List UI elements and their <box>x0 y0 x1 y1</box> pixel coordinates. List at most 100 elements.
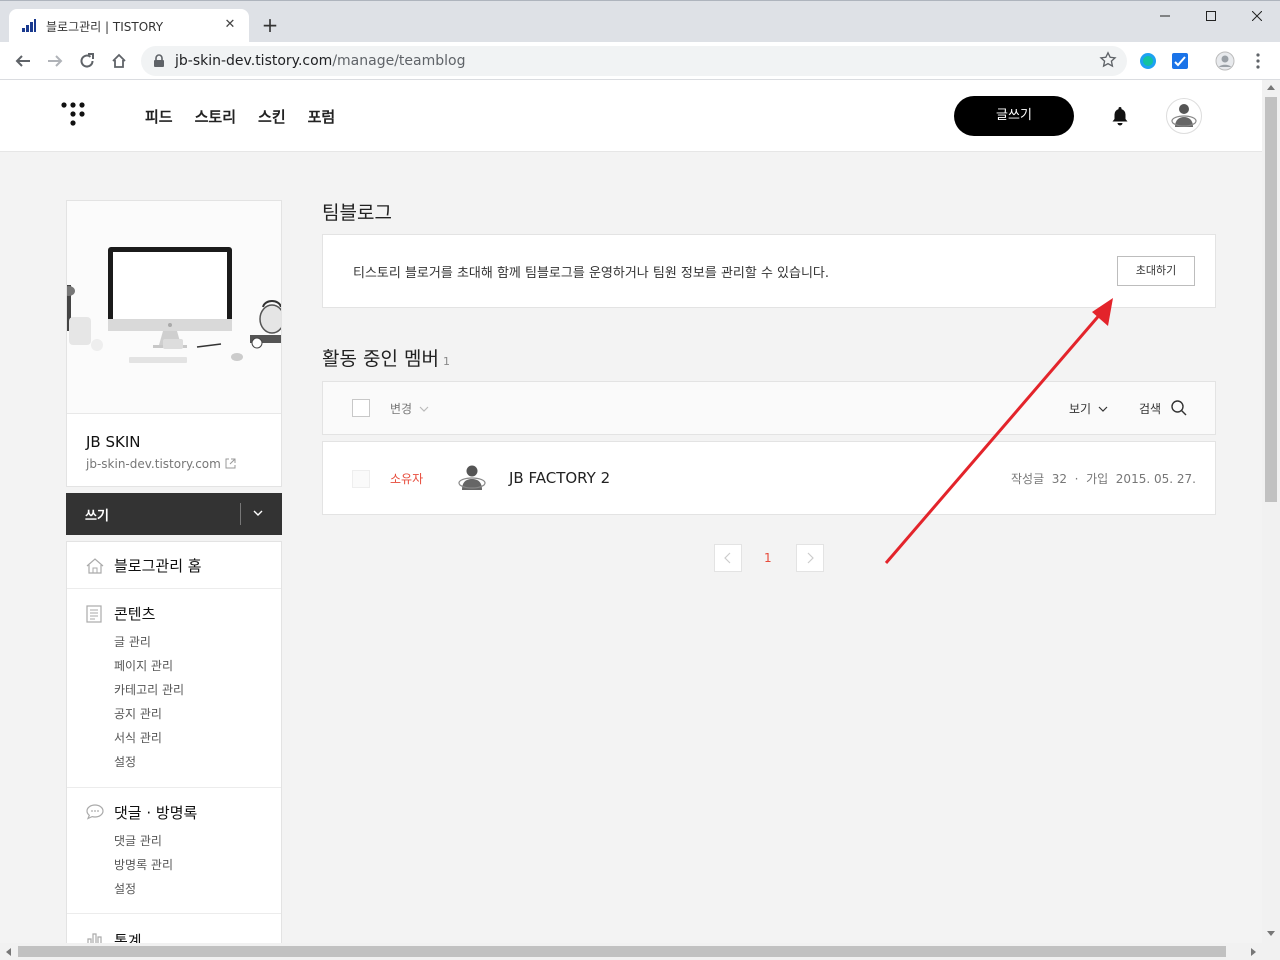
browser-menu-icon[interactable] <box>1249 52 1267 70</box>
sidebar-section-comments: 댓글 · 방명록 댓글 관리 방명록 관리 설정 <box>67 788 281 914</box>
sidebar-section-stats[interactable]: 통계 <box>67 914 281 943</box>
url-text: jb-skin-dev.tistory.com/manage/teamblog <box>175 53 465 69</box>
sidebar-item-guestbook[interactable]: 방명록 관리 <box>114 856 173 873</box>
tistory-logo-icon[interactable] <box>61 102 85 130</box>
scroll-left-icon[interactable] <box>5 948 11 956</box>
browser-tab[interactable]: 블로그관리 | TISTORY ✕ <box>9 9 249 44</box>
search-icon <box>1171 400 1187 416</box>
forward-arrow-icon[interactable] <box>42 48 68 74</box>
horizontal-scrollbar[interactable] <box>0 943 1280 960</box>
url-host: jb-skin-dev.tistory.com <box>175 53 333 69</box>
change-dropdown[interactable]: 변경 <box>390 400 429 417</box>
invite-panel: 티스토리 블로거를 초대해 함께 팀블로그를 운영하거나 팀원 정보를 관리할 … <box>322 234 1216 308</box>
members-count: 1 <box>442 355 450 368</box>
tab-title: 블로그관리 | TISTORY <box>46 20 164 34</box>
sidebar-home-label: 블로그관리 홈 <box>114 557 202 575</box>
top-navigation: 피드 스토리 스킨 포럼 글쓰기 <box>0 80 1262 152</box>
scroll-down-icon[interactable] <box>1267 931 1275 937</box>
vertical-scroll-thumb[interactable] <box>1265 97 1277 502</box>
gnb-item-forum[interactable]: 포럼 <box>308 106 336 127</box>
sidebar-write-label: 쓰기 <box>85 509 109 524</box>
sidebar-item-categories[interactable]: 카테고리 관리 <box>114 681 184 698</box>
profile-avatar-icon[interactable] <box>1215 51 1235 71</box>
sidebar-item-comments-settings[interactable]: 설정 <box>114 880 136 897</box>
view-dropdown[interactable]: 보기 <box>1069 400 1108 417</box>
page-content: 피드 스토리 스킨 포럼 글쓰기 JB SKIN jb-skin-dev.tis… <box>0 80 1262 943</box>
pagination-current-page[interactable]: 1 <box>764 551 772 565</box>
scroll-right-icon[interactable] <box>1251 948 1257 956</box>
window-close-button[interactable] <box>1234 1 1280 31</box>
tistory-favicon-icon <box>22 19 36 32</box>
bookmark-star-icon[interactable] <box>1099 51 1117 69</box>
sidebar-item-home[interactable]: 블로그관리 홈 <box>67 542 281 589</box>
sidebar-comments-title[interactable]: 댓글 · 방명록 <box>114 802 197 823</box>
sidebar-contents-title[interactable]: 콘텐츠 <box>114 603 155 624</box>
pagination-next-button[interactable] <box>796 544 824 572</box>
sidebar-section-contents: 콘텐츠 글 관리 페이지 관리 카테고리 관리 공지 관리 서식 관리 설정 <box>67 589 281 788</box>
pagination-prev-button[interactable] <box>714 544 742 572</box>
gnb-item-story[interactable]: 스토리 <box>195 106 236 127</box>
member-role: 소유자 <box>390 472 424 486</box>
member-meta: 작성글 32 · 가입 2015. 05. 27. <box>1011 472 1196 486</box>
sidebar-stats-title: 통계 <box>114 932 142 943</box>
avatar-person-icon <box>1171 104 1197 127</box>
sidebar-item-templates[interactable]: 서식 관리 <box>114 729 162 746</box>
member-avatar <box>454 460 490 496</box>
lock-icon <box>154 54 164 67</box>
chevron-down-icon[interactable] <box>252 506 264 520</box>
browser-toolbar: jb-skin-dev.tistory.com/manage/teamblog <box>0 42 1280 80</box>
user-avatar[interactable] <box>1166 98 1202 134</box>
gnb-item-feed[interactable]: 피드 <box>145 106 173 127</box>
reload-icon[interactable] <box>74 48 100 74</box>
document-icon <box>86 605 102 623</box>
gnb-menu: 피드 스토리 스킨 포럼 <box>145 106 357 127</box>
scroll-up-icon[interactable] <box>1267 84 1275 90</box>
sidebar-item-contents-settings[interactable]: 설정 <box>114 753 136 770</box>
search-toggle[interactable]: 검색 <box>1139 400 1187 417</box>
member-list-header: 변경 보기 검색 <box>322 381 1216 435</box>
invite-description: 티스토리 블로거를 초대해 함께 팀블로그를 운영하거나 팀원 정보를 관리할 … <box>353 266 830 281</box>
sidebar-item-posts[interactable]: 글 관리 <box>114 633 151 650</box>
window-maximize-button[interactable] <box>1188 1 1234 31</box>
url-path: /manage/teamblog <box>332 53 466 69</box>
sidebar-write-button[interactable]: 쓰기 <box>66 493 282 535</box>
address-bar[interactable]: jb-skin-dev.tistory.com/manage/teamblog <box>141 46 1127 76</box>
member-name[interactable]: JB FACTORY 2 <box>509 469 610 487</box>
member-row: 소유자 JB FACTORY 2 작성글 32 · 가입 2015. 05. 2… <box>322 441 1216 515</box>
notification-bell-icon[interactable] <box>1111 106 1129 126</box>
chevron-down-icon <box>1098 406 1108 412</box>
blog-url-link[interactable]: jb-skin-dev.tistory.com <box>86 457 236 471</box>
invite-button[interactable]: 초대하기 <box>1117 256 1195 286</box>
home-icon[interactable] <box>106 48 132 74</box>
sidebar-item-comments[interactable]: 댓글 관리 <box>114 832 162 849</box>
blog-thumbnail[interactable] <box>67 201 281 414</box>
chevron-left-icon <box>724 552 731 564</box>
desk-computer-image <box>67 201 281 413</box>
select-all-checkbox[interactable] <box>352 399 370 417</box>
chevron-down-icon <box>419 406 429 412</box>
write-post-button[interactable]: 글쓰기 <box>954 96 1074 136</box>
avatar-person-icon <box>458 465 486 490</box>
new-tab-icon[interactable]: + <box>258 13 282 37</box>
write-divider <box>240 503 241 525</box>
back-arrow-icon[interactable] <box>10 48 36 74</box>
change-label: 변경 <box>390 402 413 416</box>
members-section-title: 활동 중인 멤버 1 <box>322 344 450 371</box>
gnb-item-skin[interactable]: 스킨 <box>258 106 286 127</box>
extension-check-icon[interactable] <box>1171 52 1189 70</box>
sidebar-menu: 블로그관리 홈 콘텐츠 글 관리 페이지 관리 카테고리 관리 공지 관리 서식… <box>66 541 282 943</box>
extension-circle-icon[interactable] <box>1139 52 1157 70</box>
search-label: 검색 <box>1139 402 1162 416</box>
vertical-scrollbar[interactable] <box>1262 80 1280 943</box>
window-minimize-button[interactable] <box>1142 1 1188 31</box>
horizontal-scroll-thumb[interactable] <box>18 946 1226 957</box>
sidebar-item-notices[interactable]: 공지 관리 <box>114 705 162 722</box>
member-checkbox[interactable] <box>352 470 370 488</box>
tab-close-icon[interactable]: ✕ <box>220 15 240 35</box>
browser-tab-strip: 블로그관리 | TISTORY ✕ + <box>0 0 1280 44</box>
view-label: 보기 <box>1069 402 1092 416</box>
chevron-right-icon <box>807 552 814 564</box>
bar-chart-icon <box>87 933 102 943</box>
sidebar-item-pages[interactable]: 페이지 관리 <box>114 657 173 674</box>
members-title-text: 활동 중인 멤버 <box>322 348 439 370</box>
